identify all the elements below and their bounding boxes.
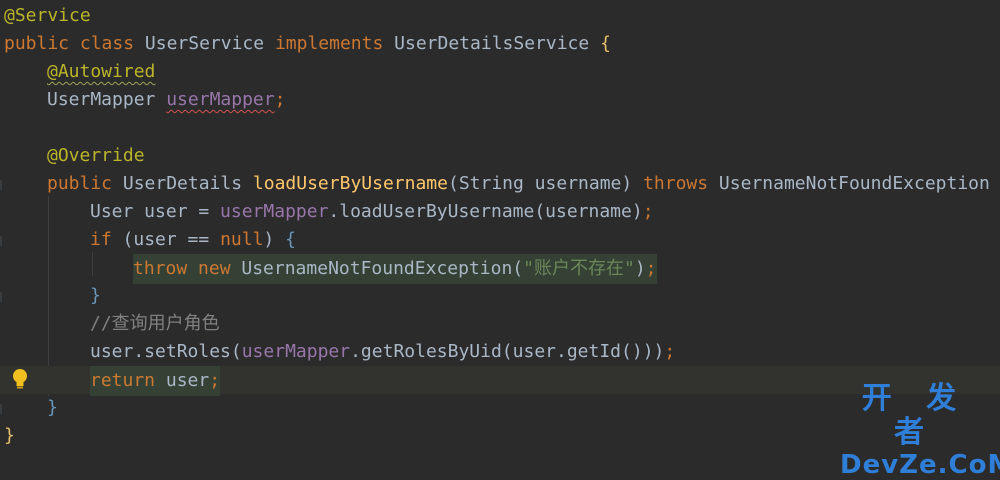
code-token: UserDetailsService <box>394 33 601 54</box>
code-token: throw new <box>133 258 242 279</box>
code-token: throws <box>643 173 719 194</box>
code-token: UserMapper <box>47 89 167 110</box>
code-token: .getRolesByUid(user.getId())) <box>350 341 665 362</box>
code-line[interactable]: //查询用户角色 <box>0 310 1000 338</box>
code-token: "账户不存在" <box>523 258 635 279</box>
code-text[interactable]: } <box>4 422 15 450</box>
code-line[interactable]: UserMapper userMapper; <box>0 86 1000 114</box>
code-token: User user = <box>90 201 221 222</box>
code-token: ; <box>209 370 221 391</box>
code-token: implements <box>274 33 395 54</box>
code-text[interactable]: public UserDetails loadUserByUsername(St… <box>47 170 1000 198</box>
code-token: (String username) <box>447 173 644 194</box>
code-token: if <box>90 229 123 250</box>
code-token: public class <box>4 33 145 54</box>
code-token: } <box>90 285 101 306</box>
code-token: ; <box>274 89 286 110</box>
watermark-cn: 开 发 者 <box>861 381 969 450</box>
code-token: @Service <box>4 5 91 26</box>
code-line[interactable]: } <box>0 282 1000 310</box>
code-text[interactable]: if (user == null) { <box>90 226 296 254</box>
code-token: user.setRoles( <box>90 341 242 362</box>
code-token: userMapper <box>220 201 329 222</box>
code-line[interactable]: if (user == null) { <box>0 226 1000 254</box>
code-token: public <box>47 173 123 194</box>
code-token: //查询用户角色 <box>90 313 220 334</box>
code-text[interactable]: @Service <box>4 2 91 30</box>
code-text[interactable]: } <box>90 282 101 310</box>
code-text[interactable]: } <box>47 394 58 422</box>
code-token: UsernameNotFoundException <box>718 173 1000 194</box>
code-token: @Override <box>47 145 145 166</box>
code-token: return <box>90 370 166 391</box>
code-token: } <box>4 425 15 446</box>
code-token: userMapper <box>166 89 275 110</box>
code-text[interactable]: user.setRoles(userMapper.getRolesByUid(u… <box>90 338 675 366</box>
code-token: ) <box>263 229 286 250</box>
code-token: null <box>220 229 264 250</box>
watermark-en: DevZe.CoM <box>840 450 1000 480</box>
code-text[interactable]: return user; <box>90 366 221 396</box>
code-token: .loadUserByUsername(username) <box>328 201 643 222</box>
code-text[interactable]: throw new UsernameNotFoundException("账户不… <box>133 254 657 284</box>
code-line[interactable]: public class UserService implements User… <box>0 30 1000 58</box>
code-text[interactable]: UserMapper userMapper; <box>47 86 285 114</box>
code-token: (user == <box>122 229 221 250</box>
code-line[interactable]: public UserDetails loadUserByUsername(St… <box>0 170 1000 198</box>
code-line[interactable] <box>0 114 1000 142</box>
code-line[interactable]: @Override <box>0 142 1000 170</box>
code-line[interactable]: throw new UsernameNotFoundException("账户不… <box>0 254 1000 284</box>
lightbulb-icon[interactable] <box>10 367 30 391</box>
code-token: { <box>600 33 611 54</box>
code-text[interactable]: @Autowired <box>47 58 155 86</box>
watermark-logo: 开 发 者 DevZe.CoM <box>840 381 1000 480</box>
code-token: UserService <box>144 33 275 54</box>
code-text[interactable]: //查询用户角色 <box>90 310 220 338</box>
code-text[interactable]: User user = userMapper.loadUserByUsernam… <box>90 198 654 226</box>
code-line[interactable]: user.setRoles(userMapper.getRolesByUid(u… <box>0 338 1000 366</box>
code-token: @Autowired <box>47 61 156 82</box>
code-token: UserDetails <box>122 173 253 194</box>
code-token: user <box>165 370 210 391</box>
code-text[interactable]: public class UserService implements User… <box>4 30 611 58</box>
code-text[interactable]: @Override <box>47 142 145 170</box>
code-token: ; <box>642 201 654 222</box>
code-token: ; <box>645 258 657 279</box>
code-line[interactable]: User user = userMapper.loadUserByUsernam… <box>0 198 1000 226</box>
code-token: ; <box>664 341 676 362</box>
code-line[interactable]: @Autowired <box>0 58 1000 86</box>
code-line[interactable]: @Service <box>0 2 1000 30</box>
code-token: ) <box>634 258 646 279</box>
code-token: } <box>47 397 58 418</box>
code-token: UsernameNotFoundException( <box>241 258 524 279</box>
code-token: loadUserByUsername <box>252 173 448 194</box>
code-token: userMapper <box>241 341 351 362</box>
code-token: { <box>285 229 296 250</box>
